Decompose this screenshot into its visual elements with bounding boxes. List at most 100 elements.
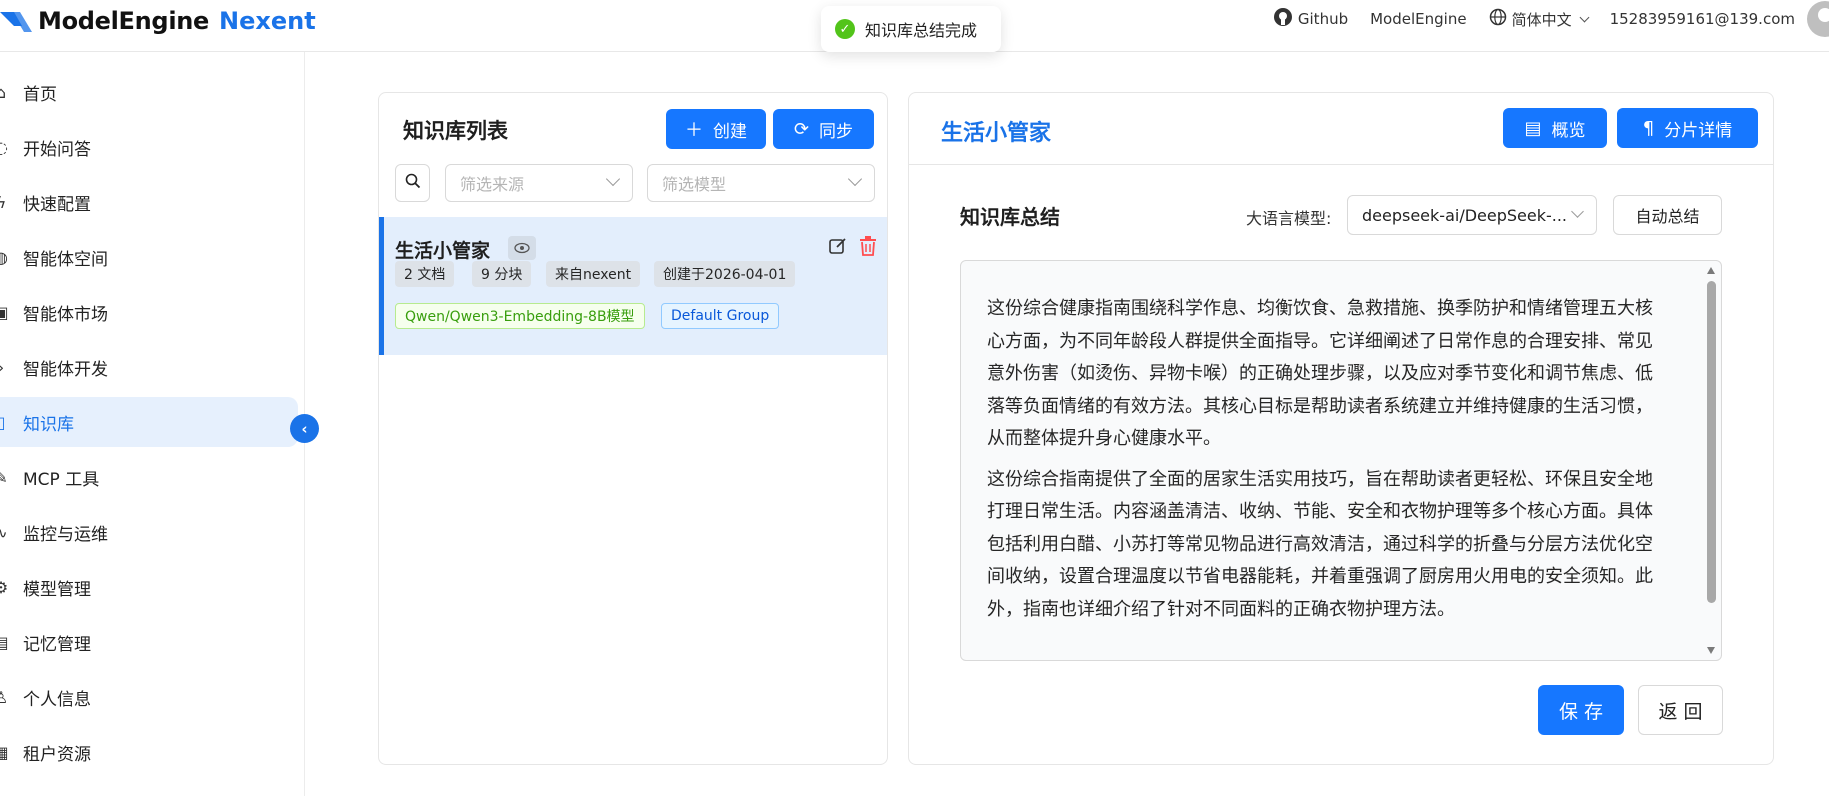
user-email[interactable]: 15283959161@139.com [1610,10,1795,28]
kb-list-item[interactable]: 生活小管家 2 文档 9 分块 来自nexent 创建于2026-04-01 Q… [379,217,887,355]
sidebar-item-label: 知识库 [23,414,74,435]
sidebar-item-profile[interactable]: ♙ 个人信息 [0,672,298,722]
save-button[interactable]: 保 存 [1538,685,1624,735]
summary-textarea[interactable]: 这份综合健康指南围绕科学作息、均衡饮食、急救措施、换季防护和情绪管理五大核心方面… [960,260,1722,661]
github-link[interactable]: Github [1273,7,1348,31]
success-toast: ✓ 知识库总结完成 [821,6,1001,52]
filter-source-select[interactable]: 筛选来源 [445,164,633,202]
scrollbar-thumb[interactable] [1707,281,1716,603]
kb-item-name: 生活小管家 [395,240,491,262]
filter-source-placeholder: 筛选来源 [460,175,525,194]
sidebar-item-label: 模型管理 [23,579,91,600]
trash-icon[interactable] [858,235,878,261]
created-date-tag: 创建于2026-04-01 [654,261,796,287]
tool-icon: ✎ [0,467,8,487]
memory-icon: ▤ [0,632,9,652]
create-label: 创建 [713,121,747,142]
auto-summary-button[interactable]: 自动总结 [1613,195,1722,235]
sidebar-item-label: 智能体开发 [23,359,108,380]
chevron-down-icon [1571,205,1584,218]
sync-button[interactable]: ⟳ 同步 [773,109,874,149]
llm-select-value: deepseek-ai/DeepSeek-... [1362,205,1568,225]
modelengine-link[interactable]: ModelEngine [1370,10,1466,28]
search-icon [405,173,421,193]
doc-count-tag: 2 文档 [395,261,455,287]
chevron-right-icon: › [0,358,10,377]
monitor-icon: ∿ [0,522,8,542]
kb-list-panel: 知识库列表 ＋ 创建 ⟳ 同步 筛选来源 筛选模型 生活小管家 2 文档 9 分… [378,92,888,765]
embedding-model-tag: Qwen/Qwen3-Embedding-8B模型 [395,303,645,329]
chevron-left-icon: ‹ [301,419,308,438]
sidebar-item-label: MCP 工具 [23,469,100,490]
sidebar-item-start-chat[interactable]: ◌ 开始问答 [0,122,298,172]
llm-label: 大语言模型: [1246,209,1332,228]
globe-icon [1489,8,1512,30]
sidebar-item-tenant-resources[interactable]: ▦ 租户资源 [0,727,298,777]
save-label: 保 存 [1558,700,1604,723]
market-icon: ▣ [0,302,9,322]
sidebar-item-label: 首页 [23,84,57,105]
sidebar-item-label: 快速配置 [23,194,91,215]
create-button[interactable]: ＋ 创建 [666,109,766,149]
header-actions: Github ModelEngine 简体中文 15283959161@139.… [1273,0,1829,38]
edit-icon[interactable] [828,236,848,260]
overview-button[interactable]: ▤ 概览 [1503,108,1607,148]
toast-message: 知识库总结完成 [865,21,978,40]
overview-label: 概览 [1551,120,1586,141]
chunk-count-tag: 9 分块 [472,261,532,287]
logo[interactable]: ModelEngine Nexent [0,4,316,38]
sync-icon: ⟳ [793,118,810,140]
chunk-details-button[interactable]: ¶ 分片详情 [1617,108,1758,148]
sidebar-item-mcp-tools[interactable]: ✎ MCP 工具 [0,452,298,502]
sidebar-item-label: 智能体空间 [23,249,108,270]
avatar[interactable] [1807,1,1829,37]
filter-model-select[interactable]: 筛选模型 [647,164,875,202]
sidebar-item-label: 租户资源 [23,744,91,765]
kb-detail-panel: 生活小管家 ▤ 概览 ¶ 分片详情 知识库总结 大语言模型: deepseek-… [908,92,1774,765]
sidebar-collapse-button[interactable]: ‹ [290,414,319,443]
sidebar-item-quick-config[interactable]: ϟ 快速配置 [0,177,298,227]
sidebar-item-agent-market[interactable]: ▣ 智能体市场 [0,287,298,337]
eye-icon[interactable] [508,236,536,260]
github-label: Github [1297,10,1349,28]
language-label: 简体中文 [1511,10,1572,29]
source-tag: 来自nexent [546,261,641,287]
llm-select[interactable]: deepseek-ai/DeepSeek-... [1347,195,1597,235]
sidebar-item-model-management[interactable]: ⚙ 模型管理 [0,562,298,612]
sidebar-item-label: 个人信息 [23,689,91,710]
sync-label: 同步 [819,121,854,142]
sidebar-item-knowledge-base[interactable]: ▯ 知识库 [0,397,298,447]
summary-content: 这份综合健康指南围绕科学作息、均衡饮食、急救措施、换季防护和情绪管理五大核心方面… [987,293,1667,634]
group-tag: Default Group [661,303,780,329]
search-button[interactable] [395,164,430,202]
kb-list-title: 知识库列表 [403,119,508,143]
summary-paragraph: 这份综合指南提供了全面的居家生活实用技巧，旨在帮助读者更轻松、环保且安全地打理日… [987,468,1653,620]
chevron-down-icon [1579,12,1590,22]
kb-detail-header: 生活小管家 ▤ 概览 ¶ 分片详情 [909,93,1773,165]
sidebar-item-agent-dev[interactable]: › 智能体开发 [0,342,298,392]
language-selector[interactable]: 简体中文 [1489,8,1590,30]
resource-icon: ▦ [0,742,9,762]
user-email-text: 15283959161@139.com [1609,10,1795,28]
check-circle-icon: ✓ [835,19,855,39]
filter-model-placeholder: 筛选模型 [662,175,727,194]
back-button[interactable]: 返 回 [1638,685,1723,735]
sidebar-item-monitoring[interactable]: ∿ 监控与运维 [0,507,298,557]
sidebar-item-agent-space[interactable]: ◍ 智能体空间 [0,232,298,282]
logo-primary-text: ModelEngine [38,7,210,35]
auto-summary-label: 自动总结 [1635,207,1700,226]
scroll-down-arrow-icon[interactable] [1707,647,1715,654]
gear-icon: ⚙ [0,577,9,597]
scroll-up-arrow-icon[interactable] [1707,267,1715,274]
chevron-down-icon [847,171,863,187]
chevron-down-icon [605,171,621,187]
chunk-details-label: 分片详情 [1664,120,1733,141]
chat-icon: ◌ [0,137,8,157]
logo-secondary-text: Nexent [219,7,316,35]
github-icon [1273,7,1298,31]
document-icon: ▤ [1524,117,1542,139]
sidebar-item-home[interactable]: ⌂ 首页 [0,67,298,117]
globe-icon: ◍ [0,247,8,267]
sidebar-item-label: 监控与运维 [23,524,108,545]
sidebar-item-memory[interactable]: ▤ 记忆管理 [0,617,298,667]
